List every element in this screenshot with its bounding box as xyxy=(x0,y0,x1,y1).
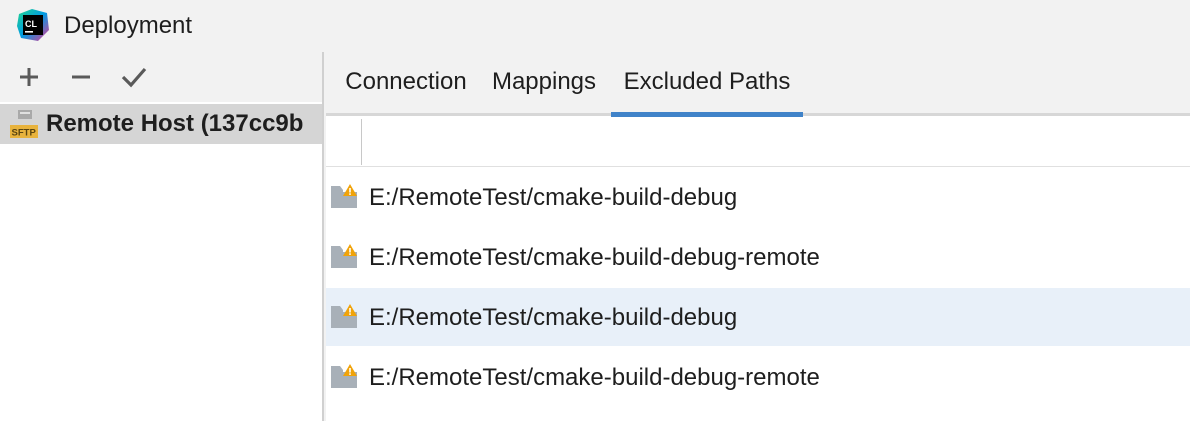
remove-server-button[interactable] xyxy=(64,60,98,94)
minus-icon xyxy=(70,66,92,88)
settings-tabbar: Connection Mappings Excluded Paths xyxy=(326,52,1190,117)
toolbar-separator xyxy=(361,119,362,165)
server-item-remote-host[interactable]: SFTP Remote Host (137cc9b xyxy=(0,104,322,144)
local-folder-warning-icon xyxy=(330,183,360,209)
server-name: Remote Host (137cc9b xyxy=(46,110,304,137)
excluded-path-row[interactable]: E:/RemoteTest/cmake-build-debug-remote xyxy=(326,228,1190,286)
excluded-path-text: E:/RemoteTest/cmake-build-debug xyxy=(369,304,738,331)
window-title: Deployment xyxy=(64,12,193,39)
server-settings-panel: Connection Mappings Excluded Paths E:/Re… xyxy=(326,52,1190,421)
excluded-paths-toolbar xyxy=(326,119,1190,167)
excluded-paths-list: E:/RemoteTest/cmake-build-debug E:/Remot… xyxy=(326,168,1190,421)
plus-icon xyxy=(18,66,40,88)
tab-connection[interactable]: Connection xyxy=(335,52,477,114)
sftp-server-icon: SFTP xyxy=(8,108,40,140)
deployment-window: CL Deployment SFTP Remote Host (137cc9b … xyxy=(0,0,1190,421)
tab-mappings[interactable]: Mappings xyxy=(486,52,602,114)
add-server-button[interactable] xyxy=(12,60,46,94)
title-bar: CL Deployment xyxy=(0,0,1190,52)
server-list-toolbar xyxy=(0,52,322,102)
excluded-path-row[interactable]: E:/RemoteTest/cmake-build-debug xyxy=(326,168,1190,226)
local-folder-warning-icon xyxy=(330,363,360,389)
excluded-path-text: E:/RemoteTest/cmake-build-debug xyxy=(369,184,738,211)
excluded-path-text: E:/RemoteTest/cmake-build-debug-remote xyxy=(369,364,820,391)
set-default-button[interactable] xyxy=(117,60,151,94)
excluded-path-row-selected[interactable]: E:/RemoteTest/cmake-build-debug xyxy=(326,288,1190,346)
server-list-panel: SFTP Remote Host (137cc9b xyxy=(0,52,324,421)
local-folder-warning-icon xyxy=(330,243,360,269)
local-folder-warning-icon xyxy=(330,303,360,329)
logo-text: CL xyxy=(25,19,37,29)
sftp-badge-text: SFTP xyxy=(12,128,37,139)
excluded-path-row[interactable]: E:/RemoteTest/cmake-build-debug-remote xyxy=(326,348,1190,406)
excluded-path-text: E:/RemoteTest/cmake-build-debug-remote xyxy=(369,244,820,271)
checkmark-icon xyxy=(121,66,147,88)
clion-logo-icon: CL xyxy=(16,8,50,42)
tab-excluded-paths[interactable]: Excluded Paths xyxy=(611,52,803,117)
